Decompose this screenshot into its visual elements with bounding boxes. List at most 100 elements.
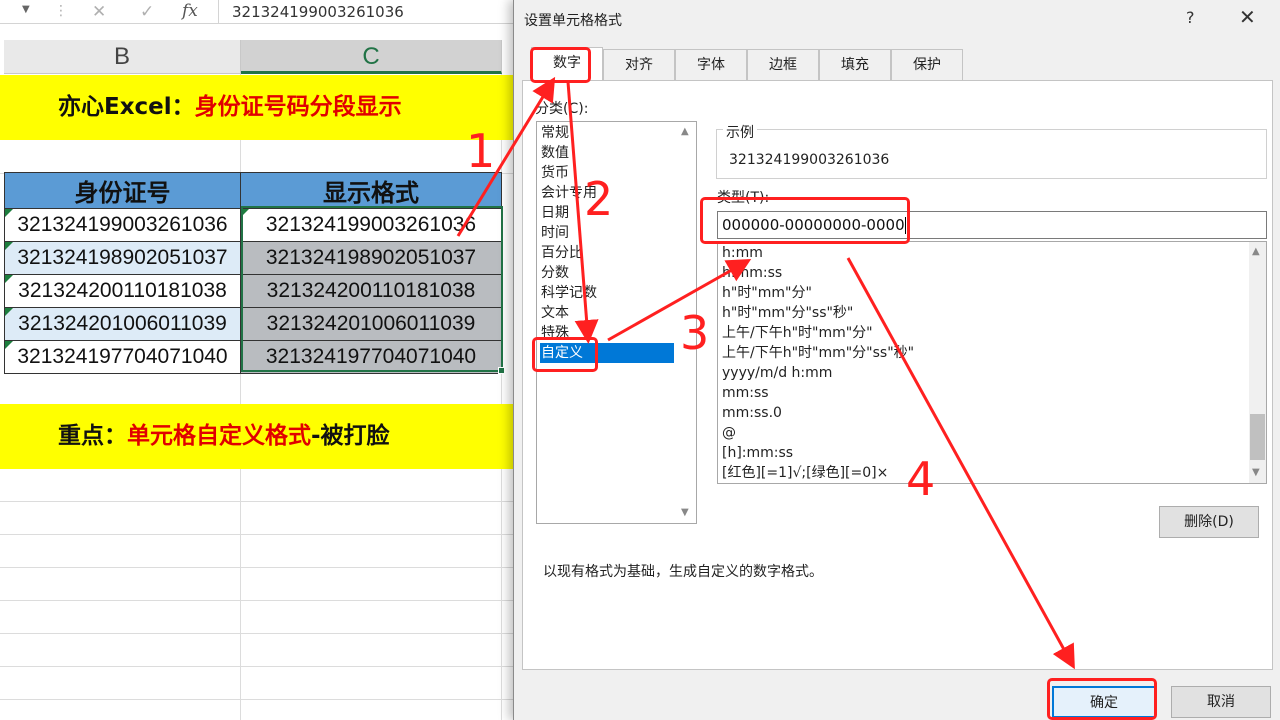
cell-display[interactable]: 321324199003261036: [240, 208, 502, 242]
list-item[interactable]: [红色][=1]√;[绿色][=0]×: [722, 463, 1242, 483]
cell-id[interactable]: 321324198902051037: [4, 241, 241, 275]
scroll-up-icon[interactable]: ▲: [1252, 246, 1260, 257]
gridline: [0, 633, 515, 634]
list-item-selected[interactable]: 自定义: [540, 343, 674, 363]
tab-font[interactable]: 字体: [675, 49, 747, 80]
formula-value: 321324199003261036: [232, 3, 404, 21]
cancel-icon[interactable]: ✕: [92, 2, 106, 22]
tab-protection[interactable]: 保护: [891, 49, 963, 80]
scroll-down-icon[interactable]: ▼: [681, 507, 689, 518]
cell-display[interactable]: 321324197704071040: [240, 340, 502, 374]
list-item[interactable]: mm:ss.0: [722, 403, 1242, 423]
ok-button[interactable]: 确定: [1052, 686, 1156, 718]
tab-border[interactable]: 边框: [747, 49, 819, 80]
list-item[interactable]: h:mm:ss: [722, 263, 1242, 283]
screen: ▼ ⋮ ✕ ✓ fx 321324199003261036 B C 亦心Exce…: [0, 0, 1280, 720]
id-table: 身份证号 显示格式 321324199003261036 32132419900…: [4, 172, 502, 374]
cell-text: 321324197704071040: [17, 345, 228, 368]
error-indicator-icon: [241, 209, 249, 217]
gridline: [501, 74, 502, 720]
table-header-display[interactable]: 显示格式: [240, 172, 502, 209]
cell-text: 321324199003261036: [265, 213, 477, 236]
list-item[interactable]: 数值: [540, 143, 674, 163]
cell-text: 321324200110181038: [266, 279, 476, 302]
table-header-id[interactable]: 身份证号: [4, 172, 241, 209]
error-indicator-icon: [5, 341, 13, 349]
name-box-dropdown-icon[interactable]: ▼: [22, 4, 30, 15]
cell-id[interactable]: 321324200110181038: [4, 274, 241, 308]
scroll-up-icon[interactable]: ▲: [681, 126, 689, 137]
list-item[interactable]: yyyy/m/d h:mm: [722, 363, 1242, 383]
category-list[interactable]: 常规 数值 货币 会计专用 日期 时间 百分比 分数 科学记数 文本 特殊 自定…: [536, 121, 697, 524]
list-item[interactable]: 货币: [540, 163, 674, 183]
close-icon[interactable]: ✕: [1239, 5, 1256, 29]
help-icon[interactable]: ?: [1186, 8, 1195, 27]
category-label: 分类(C):: [535, 101, 589, 117]
list-item[interactable]: 分数: [540, 263, 674, 283]
list-item[interactable]: mm:ss: [722, 383, 1242, 403]
type-input[interactable]: 000000-00000000-0000: [717, 211, 1267, 239]
list-item[interactable]: 特殊: [540, 323, 674, 343]
tab-number[interactable]: 数字: [531, 47, 603, 80]
sheet-grid[interactable]: [0, 74, 515, 720]
insert-function-icon[interactable]: fx: [182, 1, 198, 21]
format-cells-dialog: 设置单元格格式 ? ✕ 数字 对齐 字体 边框 填充 保护 分类(C): 常规 …: [513, 0, 1280, 720]
cell-display[interactable]: 321324201006011039: [240, 307, 502, 341]
type-label: 类型(T):: [717, 190, 770, 206]
tab-fill[interactable]: 填充: [819, 49, 891, 80]
list-item[interactable]: h"时"mm"分": [722, 283, 1242, 303]
cell-display[interactable]: 321324198902051037: [240, 241, 502, 275]
list-item[interactable]: 百分比: [540, 243, 674, 263]
banner-highlight: 身份证号码分段显示: [194, 94, 402, 120]
error-indicator-icon: [5, 308, 13, 316]
list-item[interactable]: @: [722, 423, 1242, 443]
error-indicator-icon: [5, 242, 13, 250]
scroll-down-icon[interactable]: ▼: [1252, 467, 1260, 478]
format-code-list[interactable]: h:mm h:mm:ss h"时"mm"分" h"时"mm"分"ss"秒" 上午…: [717, 241, 1267, 484]
cell-text: 321324198902051037: [265, 246, 477, 269]
banner-suffix: -被打脸: [311, 423, 390, 449]
list-item[interactable]: 时间: [540, 223, 674, 243]
list-item[interactable]: [h]:mm:ss: [722, 443, 1242, 463]
sample-label: 示例: [723, 122, 757, 142]
format-list-scrollbar[interactable]: ▲ ▼: [1249, 242, 1266, 483]
formula-bar: ▼ ⋮ ✕ ✓ fx 321324199003261036: [0, 0, 515, 24]
fill-handle[interactable]: [498, 367, 505, 374]
cell-text: 321324201006011039: [18, 312, 227, 335]
cell-text: 321324200110181038: [18, 279, 227, 302]
hint-text: 以现有格式为基础，生成自定义的数字格式。: [543, 564, 823, 580]
column-header-b[interactable]: B: [4, 40, 241, 74]
list-item[interactable]: h"时"mm"分"ss"秒": [722, 303, 1242, 323]
error-indicator-icon: [5, 209, 13, 217]
gridline: [0, 501, 515, 502]
number-tab-panel: 分类(C): 常规 数值 货币 会计专用 日期 时间 百分比 分数 科学记数 文…: [522, 80, 1273, 670]
banner-highlight: 单元格自定义格式: [127, 423, 311, 449]
cell-id[interactable]: 321324197704071040: [4, 340, 241, 374]
list-item[interactable]: 上午/下午h"时"mm"分": [722, 323, 1242, 343]
list-item[interactable]: 常规: [540, 123, 674, 143]
list-item[interactable]: 科学记数: [540, 283, 674, 303]
cell-display[interactable]: 321324200110181038: [240, 274, 502, 308]
cancel-button[interactable]: 取消: [1171, 686, 1271, 718]
note-banner: 重点：单元格自定义格式-被打脸: [0, 404, 515, 469]
list-item[interactable]: 日期: [540, 203, 674, 223]
table-row: 321324199003261036 321324199003261036: [4, 208, 502, 242]
cell-id[interactable]: 321324201006011039: [4, 307, 241, 341]
list-item[interactable]: 会计专用: [540, 183, 674, 203]
list-item[interactable]: h:mm: [722, 243, 1242, 263]
list-item[interactable]: 上午/下午h"时"mm"分"ss"秒": [722, 343, 1242, 363]
table-row: 321324198902051037 321324198902051037: [4, 241, 502, 275]
enter-icon[interactable]: ✓: [140, 2, 154, 22]
error-indicator-icon: [5, 275, 13, 283]
gridline: [240, 74, 241, 720]
tab-alignment[interactable]: 对齐: [603, 49, 675, 80]
cell-text: 321324197704071040: [265, 345, 477, 368]
list-item[interactable]: 文本: [540, 303, 674, 323]
column-header-c[interactable]: C: [241, 40, 502, 74]
gridline: [0, 699, 515, 700]
scrollbar-thumb[interactable]: [1250, 414, 1265, 460]
banner-prefix: 亦心Excel：: [58, 94, 195, 120]
cell-id[interactable]: 321324199003261036: [4, 208, 241, 242]
delete-button[interactable]: 删除(D): [1159, 506, 1259, 538]
column-headers: B C: [0, 40, 515, 74]
